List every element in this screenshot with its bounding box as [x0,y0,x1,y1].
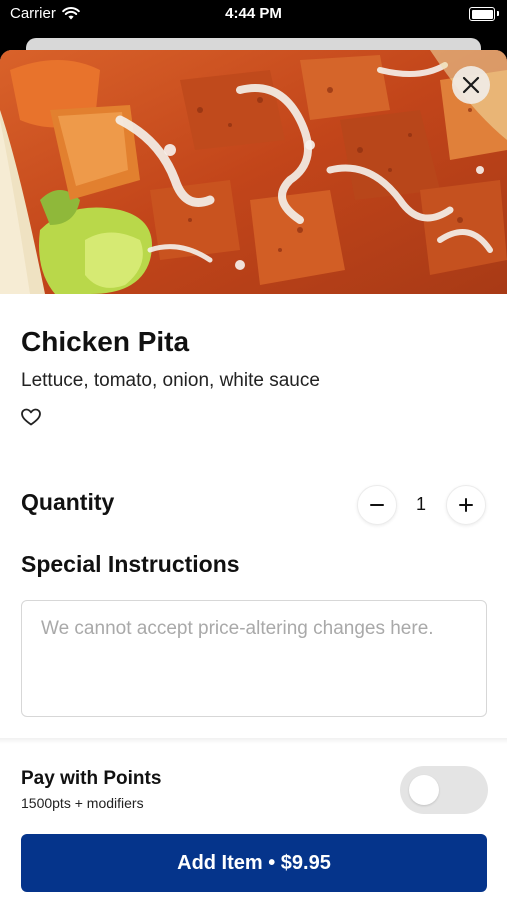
minus-icon [370,504,384,506]
pay-with-points-toggle[interactable] [400,766,488,814]
add-item-label: Add Item • $9.95 [177,851,331,874]
screen: Carrier 4:44 PM Chicken Pita Lettuce, to… [0,0,507,900]
heart-icon [21,408,41,426]
pay-with-points-label: Pay with Points [21,768,162,789]
points-cost-label: 1500pts + modifiers [21,795,144,811]
battery-icon [469,7,499,21]
close-icon [462,76,480,94]
food-photo-illustration [0,50,507,294]
plus-icon [459,498,473,512]
item-photo [0,50,507,294]
add-item-button[interactable]: Add Item • $9.95 [21,834,487,892]
item-title: Chicken Pita [21,326,190,357]
decrement-quantity-button[interactable] [357,485,397,525]
quantity-value: 1 [415,494,426,514]
close-button[interactable] [452,66,490,104]
status-bar: Carrier 4:44 PM [0,0,507,30]
increment-quantity-button[interactable] [446,485,486,525]
item-detail-sheet: Chicken Pita Lettuce, tomato, onion, whi… [0,50,507,900]
favorite-button[interactable] [20,407,42,427]
quantity-label: Quantity [21,489,115,515]
toggle-knob [409,775,439,805]
section-divider [0,738,507,744]
status-time: 4:44 PM [225,5,282,22]
special-instructions-label: Special Instructions [21,551,240,577]
special-instructions-input[interactable] [21,600,487,717]
item-description: Lettuce, tomato, onion, white sauce [21,370,320,391]
